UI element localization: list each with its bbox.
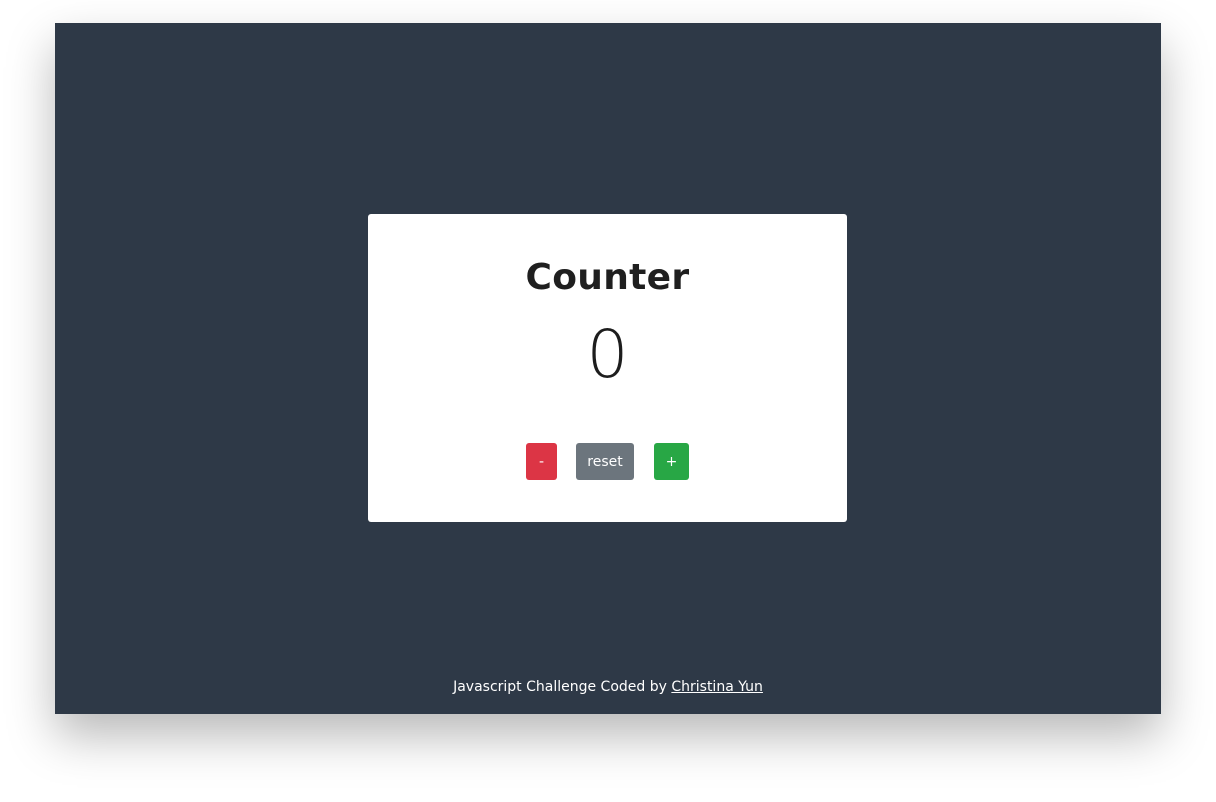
app-window: Counter 0 - reset + Javascript Challenge… [55,23,1161,714]
counter-card: Counter 0 - reset + [368,214,847,522]
footer: Javascript Challenge Coded by Christina … [55,679,1161,695]
increment-button[interactable]: + [654,443,689,480]
reset-button[interactable]: reset [576,443,634,480]
decrement-button[interactable]: - [526,443,557,480]
author-link[interactable]: Christina Yun [671,679,763,695]
footer-text: Javascript Challenge Coded by [453,679,672,695]
counter-value: 0 [586,316,629,393]
card-title: Counter [525,257,690,298]
